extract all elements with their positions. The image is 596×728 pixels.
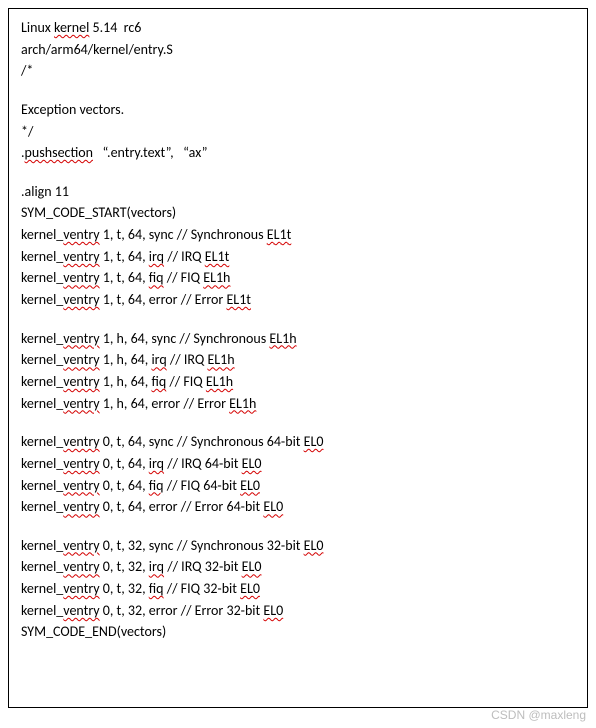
- vector-line: kernel_ventry 0, t, 64, error // Error 6…: [21, 496, 575, 518]
- blank-line: [21, 414, 575, 431]
- vector-line: kernel_ventry 1, t, 64, error // Error E…: [21, 289, 575, 311]
- blank-line: [21, 82, 575, 99]
- line-path: arch/arm64/kernel/entry.S: [21, 39, 575, 61]
- vector-line: kernel_ventry 1, h, 64, fiq // FIQ EL1h: [21, 371, 575, 393]
- blank-line: [21, 518, 575, 535]
- vector-line: kernel_ventry 0, t, 32, error // Error 3…: [21, 600, 575, 622]
- vector-line: kernel_ventry 1, h, 64, error // Error E…: [21, 393, 575, 415]
- blank-line: [21, 311, 575, 328]
- blank-line: [21, 164, 575, 181]
- vector-line: kernel_ventry 0, t, 32, sync // Synchron…: [21, 535, 575, 557]
- vector-line: kernel_ventry 1, t, 64, sync // Synchron…: [21, 224, 575, 246]
- vector-line: kernel_ventry 0, t, 64, sync // Synchron…: [21, 431, 575, 453]
- vector-line: kernel_ventry 0, t, 64, irq // IRQ 64-bi…: [21, 453, 575, 475]
- document-box: Linux kernel 5.14 rc6 arch/arm64/kernel/…: [8, 8, 588, 708]
- line-comment-open: /*: [21, 60, 575, 82]
- line-sym-end: SYM_CODE_END(vectors): [21, 621, 575, 643]
- line-title: Linux kernel 5.14 rc6: [21, 17, 575, 39]
- vector-line: kernel_ventry 1, t, 64, irq // IRQ EL1t: [21, 246, 575, 268]
- watermark: CSDN @maxleng: [491, 708, 586, 722]
- vector-line: kernel_ventry 1, h, 64, sync // Synchron…: [21, 328, 575, 350]
- vector-line: kernel_ventry 0, t, 64, fiq // FIQ 64-bi…: [21, 475, 575, 497]
- line-comment-close: */: [21, 121, 575, 143]
- vector-line: kernel_ventry 0, t, 32, fiq // FIQ 32-bi…: [21, 578, 575, 600]
- line-comment-body: Exception vectors.: [21, 99, 575, 121]
- vector-line: kernel_ventry 0, t, 32, irq // IRQ 32-bi…: [21, 556, 575, 578]
- vector-line: kernel_ventry 1, h, 64, irq // IRQ EL1h: [21, 349, 575, 371]
- line-pushsection: .pushsection “.entry.text”, “ax”: [21, 142, 575, 164]
- line-align: .align 11: [21, 181, 575, 203]
- line-sym-start: SYM_CODE_START(vectors): [21, 202, 575, 224]
- vector-line: kernel_ventry 1, t, 64, fiq // FIQ EL1h: [21, 267, 575, 289]
